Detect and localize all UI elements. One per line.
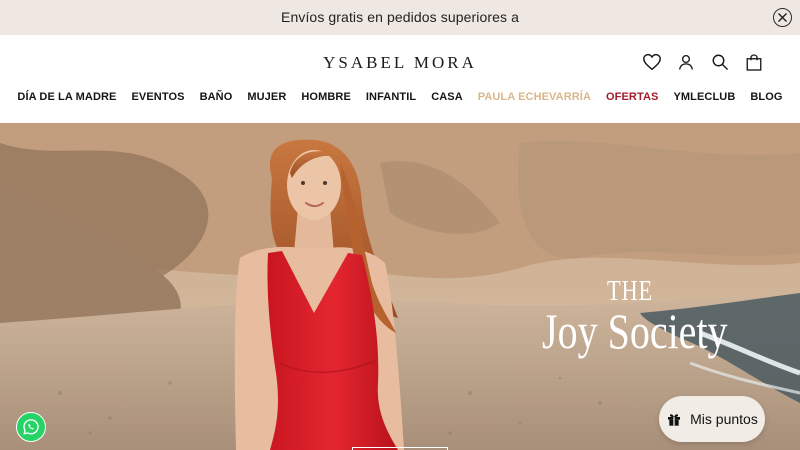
cart-button[interactable]: [744, 51, 764, 73]
account-button[interactable]: [676, 51, 696, 73]
nav-item-paula-echevarria[interactable]: PAULA ECHEVARRÍA: [478, 91, 591, 103]
nav-item-dia-de-la-madre[interactable]: DÍA DE LA MADRE: [17, 91, 116, 103]
nav-item-mujer[interactable]: MUJER: [247, 91, 286, 103]
nav-item-blog[interactable]: BLOG: [750, 91, 782, 103]
loyalty-points-label: Mis puntos: [690, 411, 758, 427]
nav-item-eventos[interactable]: EVENTOS: [132, 91, 185, 103]
nav-item-ymleclub[interactable]: YMLECLUB: [673, 91, 735, 103]
hero-title: THE Joy Society: [520, 276, 740, 360]
close-announcement-button[interactable]: [773, 8, 792, 27]
search-button[interactable]: [710, 51, 730, 73]
account-icon: [678, 54, 694, 70]
hero-title-main: Joy Society: [542, 303, 728, 359]
nav-item-hombre[interactable]: HOMBRE: [301, 91, 351, 103]
nav-item-bano[interactable]: BAÑO: [200, 91, 233, 103]
search-icon: [712, 54, 728, 70]
whatsapp-icon: [23, 419, 39, 435]
loyalty-points-button[interactable]: Mis puntos: [659, 396, 765, 442]
site-header: YSABEL MORA DÍA DE LA MADRE EVENTOS BAÑO…: [0, 35, 800, 123]
close-icon: [778, 13, 787, 22]
announcement-bar: Envíos gratis en pedidos superiores a: [0, 0, 800, 35]
header-actions: [642, 51, 764, 73]
whatsapp-button[interactable]: [16, 412, 46, 442]
nav-item-ofertas[interactable]: OFERTAS: [606, 91, 658, 103]
wishlist-button[interactable]: [642, 51, 662, 73]
announcement-text: Envíos gratis en pedidos superiores a: [281, 9, 519, 25]
heart-icon: [643, 53, 661, 71]
nav-item-casa[interactable]: CASA: [431, 91, 463, 103]
nav-item-infantil[interactable]: INFANTIL: [366, 91, 416, 103]
bag-icon: [746, 53, 762, 71]
main-nav: DÍA DE LA MADRE EVENTOS BAÑO MUJER HOMBR…: [0, 91, 800, 103]
gift-icon: [668, 414, 681, 426]
